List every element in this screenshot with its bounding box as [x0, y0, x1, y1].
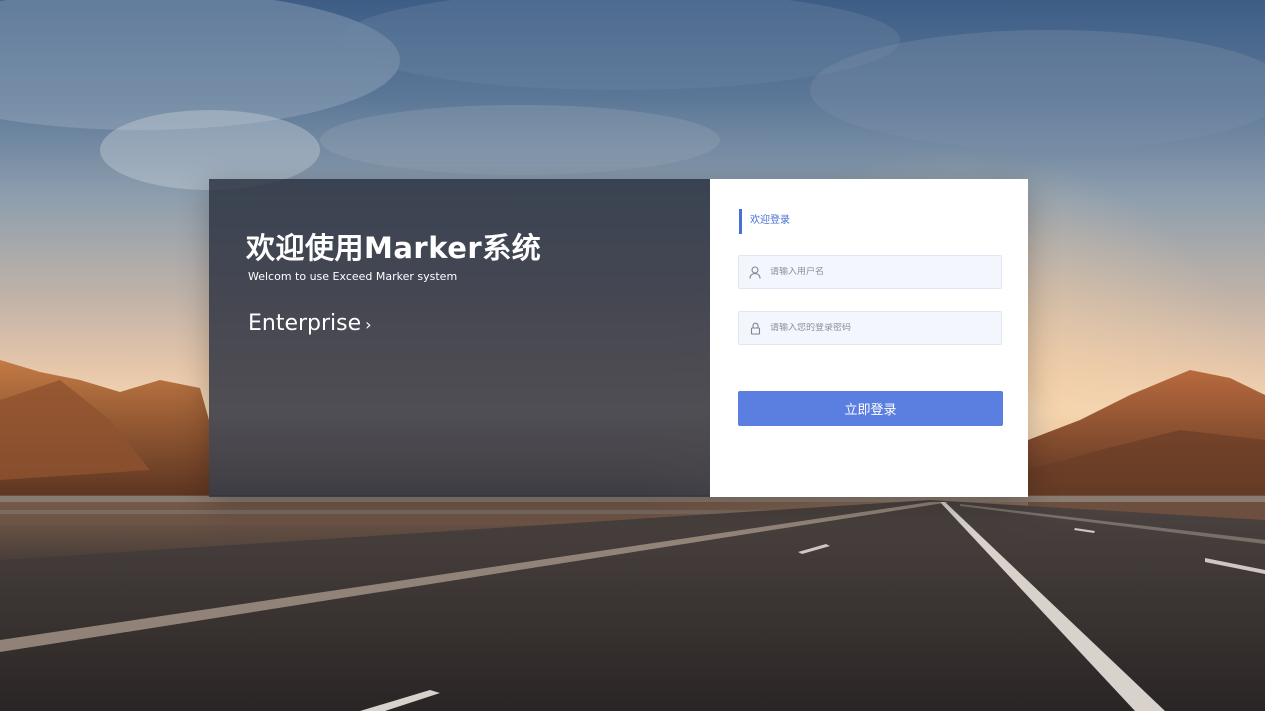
username-field[interactable] — [738, 255, 1002, 289]
chevron-right-icon: › — [365, 315, 372, 334]
user-icon — [748, 265, 762, 279]
edition-label: Enterprise — [248, 311, 362, 336]
lock-icon — [748, 321, 762, 335]
password-field[interactable] — [738, 311, 1002, 345]
login-card: 欢迎使用Marker系统 Welcom to use Exceed Marker… — [209, 179, 1028, 497]
login-page: 欢迎使用Marker系统 Welcom to use Exceed Marker… — [0, 0, 1265, 711]
login-heading: 欢迎登录 — [739, 209, 790, 234]
login-button[interactable]: 立即登录 — [738, 391, 1003, 426]
username-input[interactable] — [770, 267, 990, 277]
edition-link[interactable]: Enterprise › — [248, 311, 372, 336]
welcome-title: 欢迎使用Marker系统 — [246, 231, 542, 265]
password-input[interactable] — [770, 323, 990, 333]
intro-panel: 欢迎使用Marker系统 Welcom to use Exceed Marker… — [209, 179, 710, 497]
welcome-subtitle: Welcom to use Exceed Marker system — [248, 270, 458, 283]
login-form: 欢迎登录 立即登录 — [710, 179, 1028, 497]
